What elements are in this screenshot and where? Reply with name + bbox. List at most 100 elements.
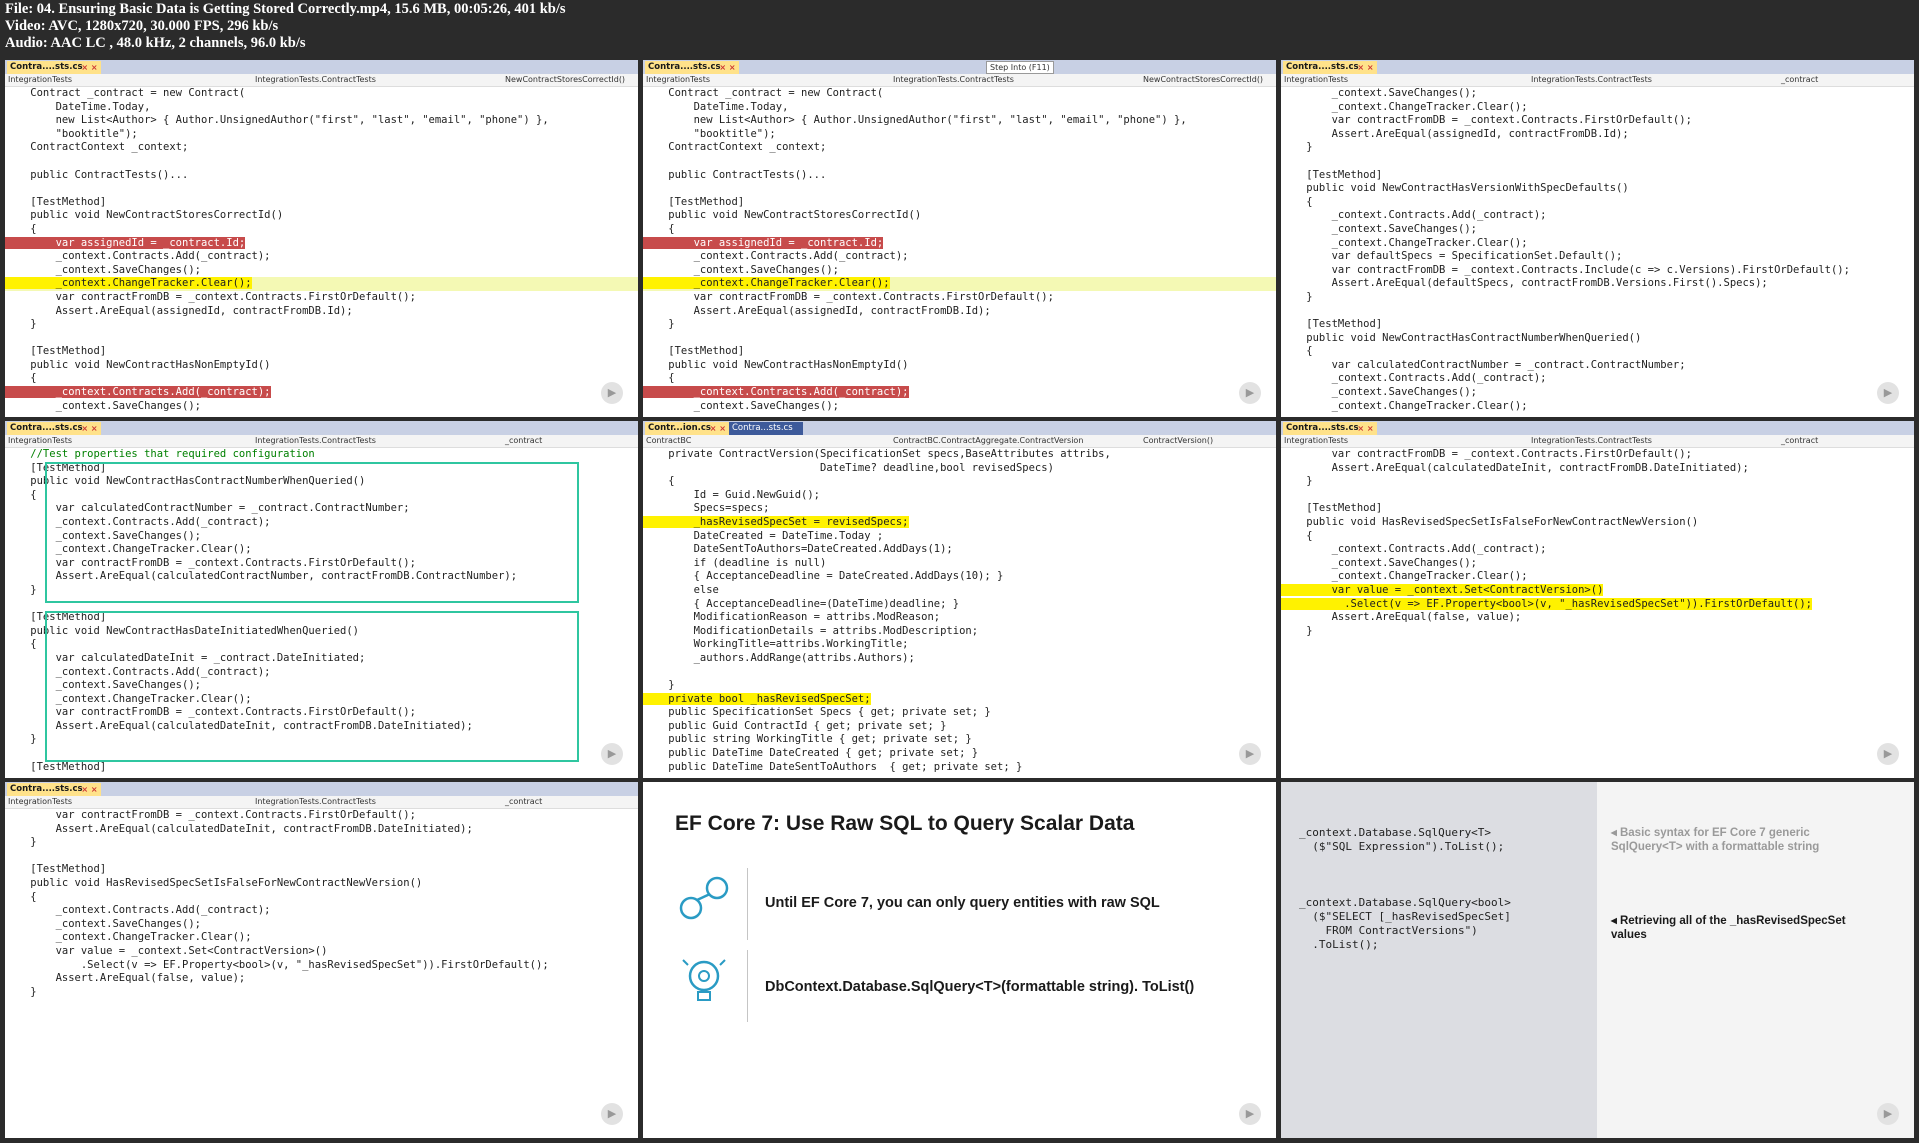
code-line: new List<Author> { Author.UnsignedAuthor… xyxy=(643,114,1187,127)
code-line: private ContractVersion(SpecificationSet… xyxy=(643,448,1111,460)
slide-point-1: Until EF Core 7, you can only query enti… xyxy=(765,895,1160,911)
code-line: public SpecificationSet Specs { get; pri… xyxy=(643,706,991,719)
code-line: _context.SaveChanges(); xyxy=(5,917,201,930)
code-area[interactable]: var contractFromDB = _context.Contracts.… xyxy=(5,809,638,1138)
nav-class[interactable]: IntegrationTests.ContractTests xyxy=(1531,435,1652,447)
close-icon[interactable]: × × xyxy=(81,422,97,435)
nav-member[interactable]: _contract xyxy=(505,796,542,808)
nav-member[interactable]: _contract xyxy=(1781,74,1818,86)
player-icon[interactable]: ▶ xyxy=(1239,1103,1261,1125)
code-line: Assert.AreEqual(assignedId, contractFrom… xyxy=(5,304,353,317)
code-area[interactable]: Contract _contract = new Contract( DateT… xyxy=(643,87,1276,417)
tab-file[interactable]: Contra....sts.cs × × xyxy=(645,61,739,74)
code-line: ModificationReason = attribs.ModReason; xyxy=(643,611,941,624)
slide-panel: EF Core 7: Use Raw SQL to Query Scalar D… xyxy=(643,782,1276,1138)
code-comment: //Test properties that required configur… xyxy=(5,448,315,460)
code-line: DateSentToAuthors=DateCreated.AddDays(1)… xyxy=(643,543,953,556)
nav-class[interactable]: IntegrationTests.ContractTests xyxy=(1531,74,1652,86)
player-icon[interactable]: ▶ xyxy=(601,382,623,404)
nav-project[interactable]: IntegrationTests xyxy=(8,435,72,447)
code-line: public DateTime DateCreated { get; priva… xyxy=(643,747,979,760)
nav-project[interactable]: IntegrationTests xyxy=(1284,435,1348,447)
close-icon[interactable]: × × xyxy=(719,61,735,74)
lightbulb-gear-icon xyxy=(682,959,726,1001)
code-line: public void HasRevisedSpecSetIsFalseForN… xyxy=(1281,515,1699,528)
tab-file-2[interactable]: Contra...sts.cs xyxy=(729,422,803,435)
code-line: [TestMethod] xyxy=(5,195,107,208)
code-line: _authors.AddRange(attribs.Authors); xyxy=(643,651,915,664)
nav-project[interactable]: IntegrationTests xyxy=(8,796,72,808)
tab-file[interactable]: Contr...ion.cs × × xyxy=(645,422,729,435)
tab-file[interactable]: Contra....sts.cs × × xyxy=(7,422,101,435)
code-line: ModificationDetails = attribs.ModDescrip… xyxy=(643,624,979,637)
code-line: DateCreated = DateTime.Today ; xyxy=(643,529,884,542)
code-line: _context.Contracts.Add(_contract); xyxy=(1281,372,1547,385)
close-icon[interactable]: × × xyxy=(81,61,97,74)
tab-bar: Contra....sts.cs × × xyxy=(5,782,638,796)
highlight-box xyxy=(45,462,579,603)
player-icon[interactable]: ▶ xyxy=(601,1103,623,1125)
code-line: } xyxy=(5,318,37,331)
tab-file[interactable]: Contra....sts.cs × × xyxy=(7,61,101,74)
code-line: else xyxy=(643,583,719,596)
code-line-current: _context.ChangeTracker.Clear(); xyxy=(643,277,1276,291)
nav-member[interactable]: _contract xyxy=(1781,435,1818,447)
close-icon[interactable]: × × xyxy=(710,422,726,435)
tab-file[interactable]: Contra....sts.cs × × xyxy=(1283,61,1377,74)
code-area[interactable]: private ContractVersion(SpecificationSet… xyxy=(643,448,1276,778)
close-icon[interactable]: × × xyxy=(81,783,97,796)
player-icon[interactable]: ▶ xyxy=(1239,743,1261,765)
nav-member[interactable]: NewContractStoresCorrectId() xyxy=(1143,74,1263,86)
slide-title: EF Core 7: Use Raw SQL to Query Scalar D… xyxy=(675,812,1135,835)
player-icon[interactable]: ▶ xyxy=(1877,382,1899,404)
note-text: Basic syntax for EF Core 7 generic SqlQu… xyxy=(1611,827,1820,853)
code-line: Assert.AreEqual(assignedId, contractFrom… xyxy=(643,304,991,317)
panel-editor-6: Contra....sts.cs × × IntegrationTests Int… xyxy=(1281,421,1914,778)
player-icon[interactable]: ▶ xyxy=(1877,743,1899,765)
note-text: Retrieving all of the _hasRevisedSpecSet… xyxy=(1611,915,1846,941)
close-icon[interactable]: × × xyxy=(1357,422,1373,435)
sql-code-bool: _context.Database.SqlQuery<bool> ($"SELE… xyxy=(1299,896,1511,951)
code-line: _context.SaveChanges(); xyxy=(1281,87,1477,99)
file-info-header: File: 04. Ensuring Basic Data is Getting… xyxy=(5,1,566,52)
code-area[interactable]: var contractFromDB = _context.Contracts.… xyxy=(1281,448,1914,778)
code-line: public DateTime DateSentToAuthors { get;… xyxy=(643,760,1023,773)
player-icon[interactable]: ▶ xyxy=(1239,382,1261,404)
nav-project[interactable]: IntegrationTests xyxy=(8,74,72,86)
panel-editor-3: Contra....sts.cs × × IntegrationTests Int… xyxy=(1281,60,1914,417)
code-line: { AcceptanceDeadline = DateCreated.AddDa… xyxy=(643,570,1004,583)
nav-class[interactable]: IntegrationTests.ContractTests xyxy=(255,796,376,808)
nav-class[interactable]: IntegrationTests.ContractTests xyxy=(893,74,1014,86)
nav-class[interactable]: IntegrationTests.ContractTests xyxy=(255,74,376,86)
nav-class[interactable]: ContractBC.ContractAggregate.ContractVer… xyxy=(893,435,1083,447)
code-line: } xyxy=(5,836,37,849)
code-line: { xyxy=(643,475,675,488)
breakpoint-highlight: _context.Contracts.Add(_contract); xyxy=(5,386,271,399)
close-icon[interactable]: × × xyxy=(1357,61,1373,74)
code-area[interactable]: _context.SaveChanges(); _context.ChangeT… xyxy=(1281,87,1914,417)
player-icon[interactable]: ▶ xyxy=(1877,1103,1899,1125)
nav-member[interactable]: ContractVersion() xyxy=(1143,435,1213,447)
code-line-breakpoint: _context.Contracts.Add(_contract); xyxy=(5,386,638,400)
tab-file[interactable]: Contra....sts.cs × × xyxy=(1283,422,1377,435)
breakpoint-highlight: _context.Contracts.Add(_contract); xyxy=(643,386,909,399)
handcuffs-icon xyxy=(679,876,729,920)
nav-member[interactable]: _contract xyxy=(505,435,542,447)
code-area[interactable]: Contract _contract = new Contract( DateT… xyxy=(5,87,638,417)
sql-code-basic: _context.Database.SqlQuery<T> ($"SQL Exp… xyxy=(1299,826,1505,853)
code-line-highlighted: var value = _context.Set<ContractVersion… xyxy=(1281,583,1914,598)
nav-project[interactable]: IntegrationTests xyxy=(646,74,710,86)
nav-project[interactable]: IntegrationTests xyxy=(1284,74,1348,86)
breakpoint-highlight: var assignedId = _contract.Id; xyxy=(643,236,884,249)
tab-file[interactable]: Contra....sts.cs × × xyxy=(7,783,101,796)
code-line: if (deadline is null) xyxy=(643,556,827,569)
nav-member[interactable]: NewContractStoresCorrectId() xyxy=(505,74,625,86)
nav-project[interactable]: ContractBC xyxy=(646,435,691,447)
player-icon[interactable]: ▶ xyxy=(601,743,623,765)
slide-point-2: DbContext.Database.SqlQuery<T>(formattab… xyxy=(765,979,1195,995)
code-line: ContractContext _context; xyxy=(643,141,827,154)
nav-class[interactable]: IntegrationTests.ContractTests xyxy=(255,435,376,447)
code-line: WorkingTitle=attribs.WorkingTitle; xyxy=(643,638,909,651)
